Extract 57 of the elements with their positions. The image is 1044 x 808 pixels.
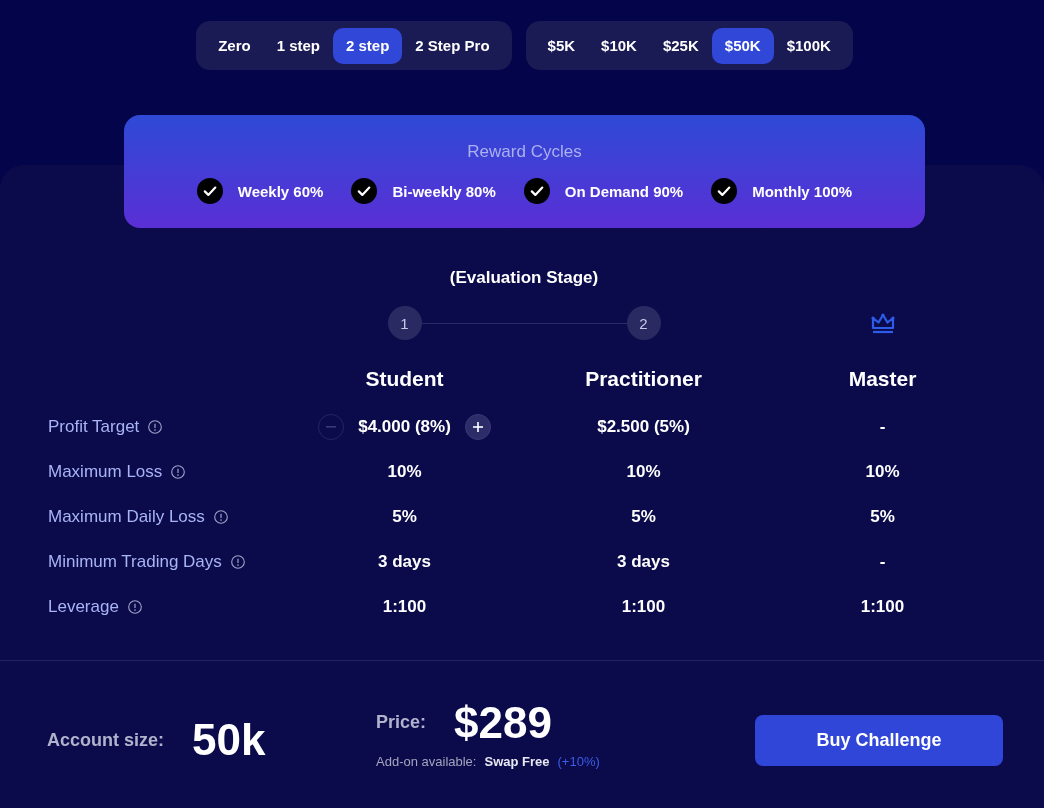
tab[interactable]: 2 Step Pro — [402, 27, 503, 64]
buy-challenge-button[interactable]: Buy Challenge — [755, 714, 1003, 766]
table-cell: 1:100 — [382, 596, 427, 617]
info-icon[interactable] — [213, 509, 228, 524]
price-label: Price: — [376, 712, 427, 733]
price-value: $289 — [454, 697, 552, 748]
step-marker: 1 — [387, 306, 422, 340]
increase-button[interactable] — [464, 413, 491, 440]
info-icon[interactable] — [127, 599, 142, 614]
account-size-value: 50k — [192, 715, 266, 765]
row-label: Maximum Loss — [48, 461, 163, 482]
table-cell: 1:100 — [860, 596, 905, 617]
table-cell: 10% — [626, 461, 661, 482]
row-label: Profit Target — [48, 416, 140, 437]
tab[interactable]: Zero — [205, 27, 264, 64]
table-cell: $2.500 (5%) — [597, 416, 690, 437]
plus-icon — [472, 421, 483, 432]
row-label: Leverage — [48, 596, 119, 617]
crown-icon — [870, 312, 895, 334]
info-icon[interactable] — [148, 419, 163, 434]
table-cell: 5% — [870, 506, 895, 527]
info-icon[interactable] — [230, 554, 245, 569]
tab[interactable]: 1 step — [263, 27, 333, 64]
banner-title: Reward Cycles — [467, 142, 582, 162]
column-header: Practitioner — [585, 366, 702, 392]
table-cell: 3 days — [617, 551, 670, 572]
tab[interactable]: $10K — [588, 27, 650, 64]
cycle-label: On Demand 90% — [564, 182, 684, 200]
tab[interactable]: $50K — [711, 27, 774, 64]
stage-caption: (Evaluation Stage) — [448, 268, 600, 288]
account-size-label: Account size: — [47, 729, 165, 751]
column-header: Master — [848, 366, 917, 392]
info-icon[interactable] — [171, 464, 186, 479]
row-label: Maximum Daily Loss — [48, 506, 205, 527]
table-cell: 3 days — [378, 551, 431, 572]
cycle-label: Weekly 60% — [237, 182, 324, 200]
minus-icon — [326, 425, 337, 428]
tab[interactable]: $25K — [649, 27, 712, 64]
tab[interactable]: $100K — [773, 27, 844, 64]
addon-extra: (+10%) — [557, 753, 600, 769]
table-cell: 10% — [387, 461, 422, 482]
table-cell: 5% — [631, 506, 656, 527]
cycle-label: Bi-weekly 80% — [392, 182, 496, 200]
addon-name: Swap Free — [484, 753, 550, 769]
table-cell: 10% — [865, 461, 900, 482]
table-cell: - — [879, 416, 886, 437]
step-marker: 2 — [626, 306, 661, 340]
addon-label: Add-on available: — [376, 753, 477, 769]
table-cell: 1:100 — [621, 596, 666, 617]
table-cell: 5% — [392, 506, 417, 527]
table-cell: - — [879, 551, 886, 572]
tab[interactable]: 2 step — [333, 27, 403, 64]
cycle-label: Monthly 100% — [752, 182, 853, 200]
row-label: Minimum Trading Days — [48, 551, 222, 572]
tab[interactable]: $5K — [534, 27, 589, 64]
table-cell: $4.000 (8%) — [358, 416, 451, 437]
column-header: Student — [365, 366, 444, 392]
